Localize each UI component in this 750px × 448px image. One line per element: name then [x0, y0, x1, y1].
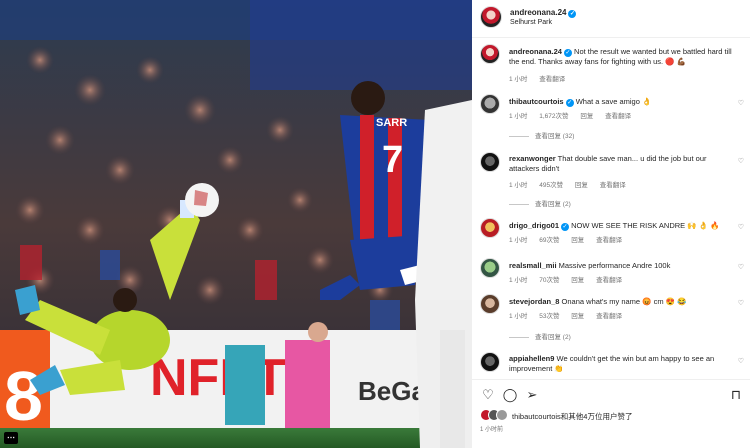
player-name: SARR — [376, 117, 407, 129]
comment-likes[interactable]: 1,672次赞 — [539, 113, 568, 120]
reply-button[interactable]: 回复 — [575, 182, 588, 189]
author-username[interactable]: andreonana.24 ✓ — [510, 8, 577, 18]
comment-time[interactable]: 1 小时 — [509, 277, 527, 284]
save-bookmark-icon[interactable]: ⊓ — [728, 387, 744, 403]
comment-meta: 1 小时 70次赞 回复 查看翻译 — [509, 274, 632, 284]
like-comment-icon[interactable]: ♡ — [738, 263, 744, 271]
comment-text: rexanwonger That double save man... u di… — [509, 154, 737, 174]
commenter-avatar[interactable] — [480, 294, 500, 314]
comment-meta: 1 小时 69次赞 回复 查看翻译 — [509, 234, 632, 244]
comment-meta: 1 小时 495次赞 回复 查看翻译 — [509, 179, 636, 189]
commenter-username[interactable]: stevejordan_8 — [509, 297, 559, 306]
likes-text[interactable]: thibautcourtois和其他4万位用户赞了 — [512, 411, 632, 422]
share-icon[interactable]: ➢ — [524, 387, 540, 403]
like-comment-icon[interactable]: ♡ — [738, 357, 744, 365]
ad-text-left: 8 — [4, 357, 43, 435]
comment-body: NOW WE SEE THE RISK ANDRE 🙌 👌 🔥 — [571, 221, 720, 230]
author-avatar[interactable] — [480, 6, 502, 28]
view-replies-button[interactable]: 查看回复 (32) — [509, 130, 574, 140]
verified-icon: ✓ — [563, 49, 572, 57]
caption-username[interactable]: andreonana.24 — [509, 47, 562, 56]
caption-meta: 1 小时 查看翻译 — [509, 73, 575, 83]
commenter-avatar[interactable] — [480, 218, 500, 238]
commenter-username[interactable]: realsmall_mii — [509, 261, 557, 270]
caption-avatar[interactable] — [480, 44, 500, 64]
commenter-avatar[interactable] — [480, 258, 500, 278]
match-photo: 8 NFET BeGam SARR 7 — [0, 0, 472, 448]
comment-likes[interactable]: 53次赞 — [539, 313, 559, 320]
verified-icon: ✓ — [568, 10, 577, 18]
post-photo[interactable]: 8 NFET BeGam SARR 7 ⋯ — [0, 0, 472, 448]
comment-icon[interactable]: ◯ — [502, 387, 518, 403]
player-number: 7 — [382, 139, 403, 181]
likes-summary[interactable]: thibautcourtois和其他4万位用户赞了 — [472, 405, 750, 425]
reply-button[interactable]: 回复 — [580, 113, 593, 120]
caption-translate[interactable]: 查看翻译 — [539, 76, 565, 83]
comment-text: appiahellen9 We couldn't get the win but… — [509, 354, 737, 374]
post-sidebar: andreonana.24 ✓ Selhurst Park andreonana.… — [472, 0, 750, 448]
like-comment-icon[interactable]: ♡ — [738, 99, 744, 107]
translate-button[interactable]: 查看翻译 — [596, 277, 622, 284]
post-timestamp[interactable]: 1 小时前 — [480, 424, 503, 433]
comment-text: realsmall_mii Massive performance Andre … — [509, 261, 737, 271]
post-location[interactable]: Selhurst Park — [510, 19, 552, 26]
translate-button[interactable]: 查看翻译 — [596, 237, 622, 244]
reply-button[interactable]: 回复 — [571, 277, 584, 284]
commenter-username[interactable]: appiahellen9 — [509, 354, 554, 363]
comments-list[interactable]: andreonana.24 ✓ Not the result we wanted … — [472, 38, 750, 378]
like-comment-icon[interactable]: ♡ — [738, 223, 744, 231]
comment-body: What a save amigo 👌 — [575, 97, 652, 106]
post-header: andreonana.24 ✓ Selhurst Park — [472, 0, 750, 38]
commenter-username[interactable]: drigo_drigo01 — [509, 221, 559, 230]
comment-time[interactable]: 1 小时 — [509, 182, 527, 189]
united-player-figure — [415, 100, 472, 448]
caption-text: andreonana.24 ✓ Not the result we wanted … — [509, 47, 737, 67]
comment-meta: 1 小时 53次赞 回复 查看翻译 — [509, 310, 632, 320]
view-replies-button[interactable]: 查看回复 (2) — [509, 331, 571, 341]
commenter-avatar[interactable] — [480, 94, 500, 114]
caption-time[interactable]: 1 小时 — [509, 76, 527, 83]
translate-button[interactable]: 查看翻译 — [600, 182, 626, 189]
photo-options-icon[interactable]: ⋯ — [4, 432, 18, 444]
verified-icon: ✓ — [565, 99, 574, 107]
liker-avatar — [496, 409, 508, 421]
comment-time[interactable]: 1 小时 — [509, 313, 527, 320]
comment-likes[interactable]: 69次赞 — [539, 237, 559, 244]
commenter-avatar[interactable] — [480, 152, 500, 172]
comment-body: Onana what's my name 😡 cm 😍 😂 — [561, 297, 687, 306]
ad-text-mid: NFET — [150, 349, 286, 407]
comment-time[interactable]: 1 小时 — [509, 237, 527, 244]
verified-icon: ✓ — [561, 223, 570, 231]
like-icon[interactable]: ♡ — [480, 387, 496, 403]
comment-likes[interactable]: 495次赞 — [539, 182, 563, 189]
comment-text: drigo_drigo01 ✓ NOW WE SEE THE RISK ANDRE… — [509, 221, 737, 231]
like-comment-icon[interactable]: ♡ — [738, 299, 744, 307]
comment-likes[interactable]: 70次赞 — [539, 277, 559, 284]
commenter-avatar[interactable] — [480, 352, 500, 372]
commenter-username[interactable]: thibautcourtois — [509, 97, 564, 106]
comment-text: stevejordan_8 Onana what's my name 😡 cm … — [509, 297, 737, 307]
comment-meta: 1 小时 1,672次赞 回复 查看翻译 — [509, 110, 641, 120]
comment-body: Massive performance Andre 100k — [558, 261, 671, 270]
reply-button[interactable]: 回复 — [571, 237, 584, 244]
translate-button[interactable]: 查看翻译 — [596, 313, 622, 320]
reply-button[interactable]: 回复 — [571, 313, 584, 320]
author-username-text[interactable]: andreonana.24 — [510, 8, 566, 17]
comment-text: thibautcourtois ✓ What a save amigo 👌 — [509, 97, 737, 107]
like-comment-icon[interactable]: ♡ — [738, 157, 744, 165]
commenter-username[interactable]: rexanwonger — [509, 154, 556, 163]
translate-button[interactable]: 查看翻译 — [605, 113, 631, 120]
view-replies-button[interactable]: 查看回复 (2) — [509, 198, 571, 208]
comment-time[interactable]: 1 小时 — [509, 113, 527, 120]
